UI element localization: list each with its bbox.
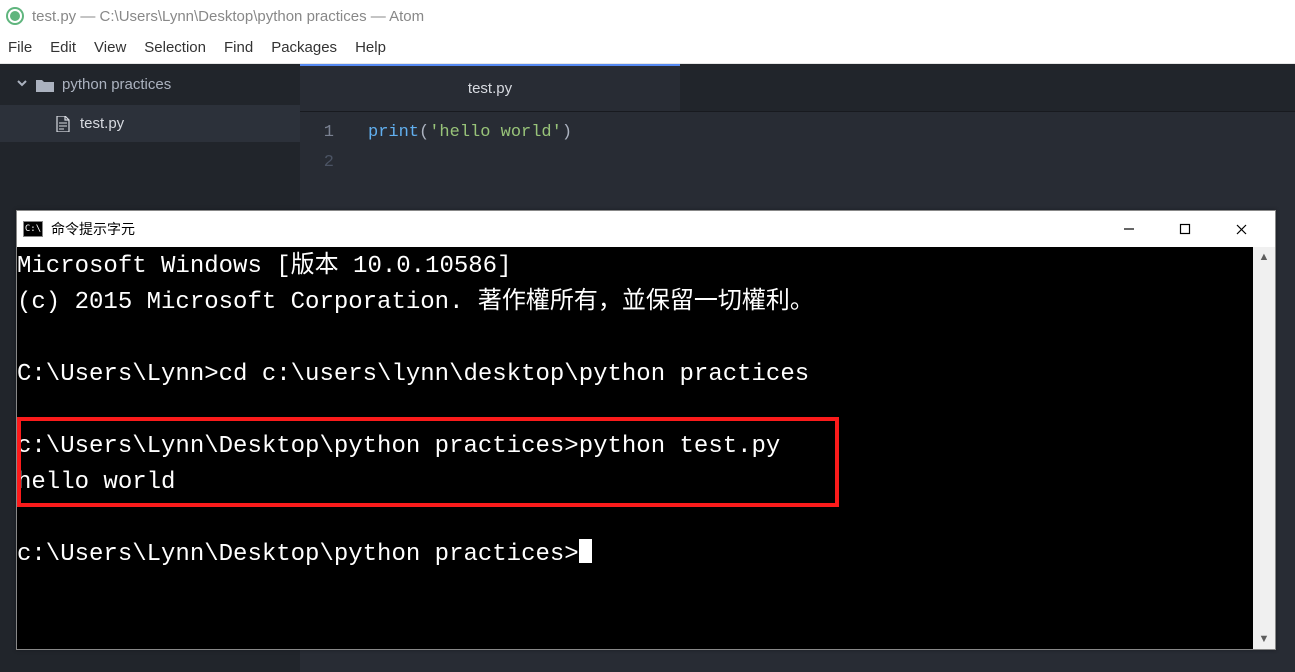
token-string: 'hello world' [429,123,562,142]
cmd-icon: C:\ [23,221,43,237]
code-lines[interactable]: print('hello world') [350,118,572,178]
tab-test-py[interactable]: test.py [300,64,680,111]
line-gutter: 1 2 [300,118,350,178]
scroll-up-icon[interactable]: ▲ [1253,247,1275,267]
menu-help[interactable]: Help [355,39,386,56]
tab-label: test.py [468,80,512,97]
menu-selection[interactable]: Selection [144,39,206,56]
chevron-down-icon [16,76,28,93]
code-line[interactable]: print('hello world') [368,118,572,148]
cmd-titlebar[interactable]: C:\ 命令提示字元 [17,211,1275,247]
line-number: 2 [300,148,334,178]
cmd-line: hello world [17,469,175,496]
window-title: test.py — C:\Users\Lynn\Desktop\python p… [32,8,424,25]
tab-bar: test.py [300,64,1295,112]
token-punctuation: ( [419,123,429,142]
close-button[interactable] [1213,212,1269,246]
cmd-line: C:\Users\Lynn>cd c:\users\lynn\desktop\p… [17,361,809,388]
line-number: 1 [300,118,334,148]
code-editor[interactable]: 1 2 print('hello world') [300,112,1295,178]
atom-titlebar: test.py — C:\Users\Lynn\Desktop\python p… [0,0,1295,32]
token-function: print [368,123,419,142]
menu-file[interactable]: File [8,39,32,56]
folder-icon [36,78,54,92]
file-entry-test-py[interactable]: test.py [0,105,300,142]
menu-packages[interactable]: Packages [271,39,337,56]
atom-menubar: File Edit View Selection Find Packages H… [0,32,1295,64]
scroll-down-icon[interactable]: ▼ [1253,629,1275,649]
project-name: python practices [62,76,171,93]
atom-app-icon [6,7,24,25]
cmd-line: Microsoft Windows [版本 10.0.10586] [17,253,511,280]
cmd-body[interactable]: Microsoft Windows [版本 10.0.10586] (c) 20… [17,247,1275,649]
cmd-prompt: c:\Users\Lynn\Desktop\python practices> [17,541,579,568]
window-controls [1101,212,1269,246]
project-root[interactable]: python practices [0,64,300,105]
cmd-title: 命令提示字元 [51,219,135,239]
cmd-output[interactable]: Microsoft Windows [版本 10.0.10586] (c) 20… [17,247,1253,649]
file-icon [56,116,70,132]
maximize-button[interactable] [1157,212,1213,246]
cmd-line: (c) 2015 Microsoft Corporation. 著作權所有，並保… [17,289,814,316]
menu-edit[interactable]: Edit [50,39,76,56]
minimize-button[interactable] [1101,212,1157,246]
scrollbar[interactable]: ▲ ▼ [1253,247,1275,649]
token-punctuation: ) [562,123,572,142]
cursor-icon [579,539,592,563]
menu-find[interactable]: Find [224,39,253,56]
menu-view[interactable]: View [94,39,126,56]
cmd-line: c:\Users\Lynn\Desktop\python practices>p… [17,433,780,460]
file-name: test.py [80,115,124,132]
command-prompt-window[interactable]: C:\ 命令提示字元 Microsoft Windows [版本 10.0.10… [16,210,1276,650]
